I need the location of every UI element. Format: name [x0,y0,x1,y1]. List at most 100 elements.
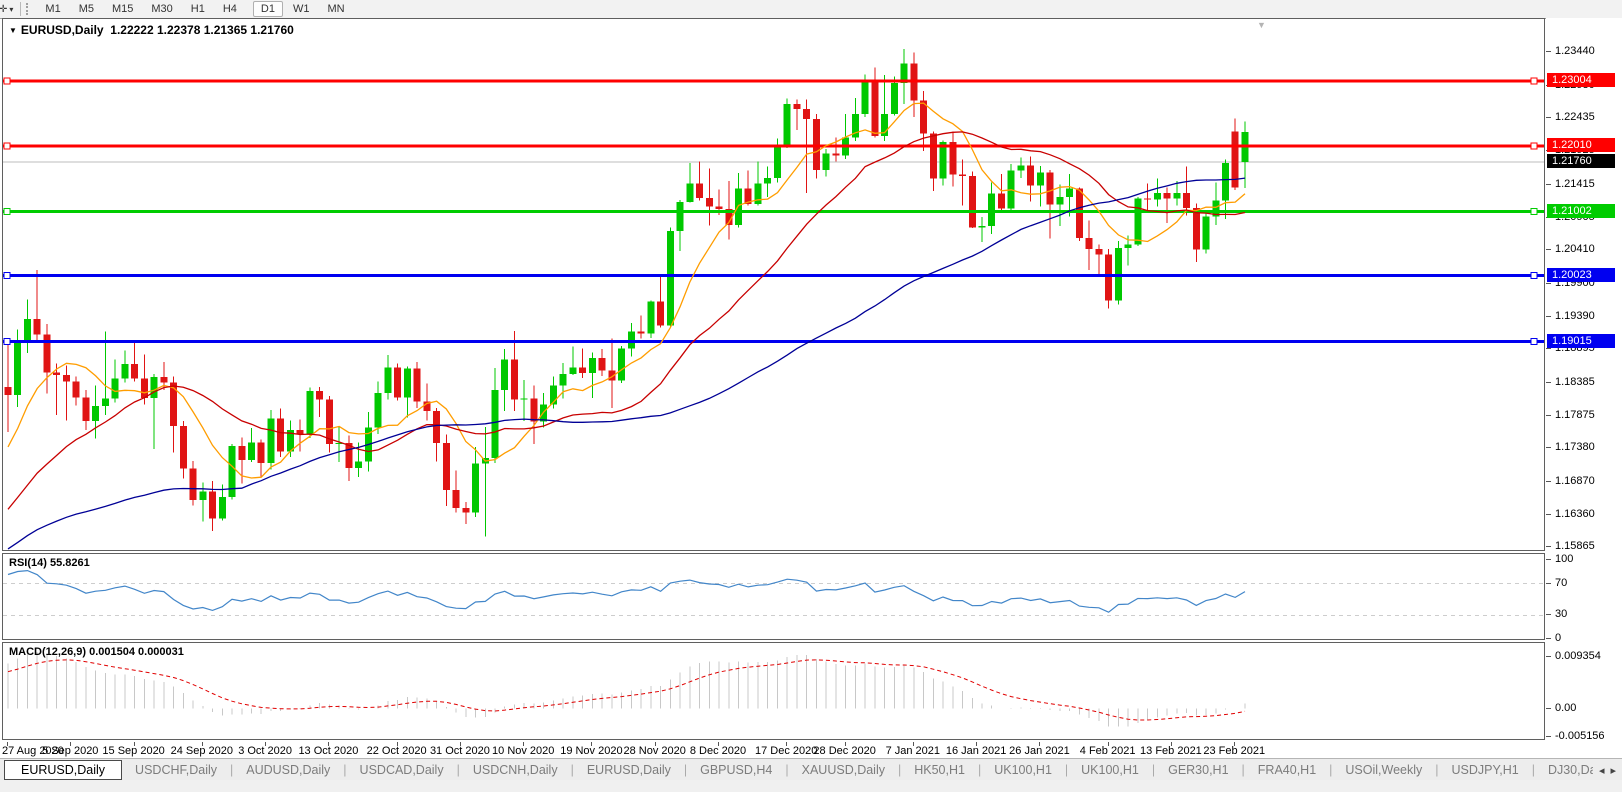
time-axis[interactable]: 27 Aug 20205 Sep 202015 Sep 202024 Sep 2… [0,742,1622,758]
timeframe-button-d1[interactable]: D1 [253,1,283,17]
symbol-dropdown-icon[interactable]: ▼ [9,26,17,35]
chart-tab-usdchf-daily[interactable]: USDCHF,Daily [122,761,230,779]
chart-tab-usdcnh-daily[interactable]: USDCNH,Daily [460,761,571,779]
rsi-axis-label: 100 [1555,553,1573,565]
date-label: 13 Oct 2020 [298,745,358,757]
chart-tab-eurusd-daily[interactable]: EURUSD,Daily [574,761,684,779]
chart-shift-marker-icon[interactable]: ▼ [1257,20,1266,30]
price-axis-tick [1546,514,1551,515]
timeframe-buttons: M1M5M15M30H1H4 D1W1MN [36,3,359,15]
crosshair-tool-icon[interactable]: ✛ [0,4,8,15]
price-axis-label: 1.16360 [1555,508,1595,520]
chart-tab-gbpusd-h4[interactable]: GBPUSD,H4 [687,761,785,779]
dropdown-arrow-icon[interactable]: ▾ [8,5,17,14]
price-axis-tick [1546,117,1551,118]
price-axis-tick [1546,415,1551,416]
chart-tab-xauusd-daily[interactable]: XAUUSD,Daily [789,761,898,779]
date-label: 16 Jan 2021 [946,745,1007,757]
toolbar-separator [20,2,21,16]
price-axis-label: 1.19390 [1555,310,1595,322]
chart-tab-bar: EURUSD,DailyUSDCHF,Daily|AUDUSD,Daily|US… [0,758,1622,781]
price-axis-tick [1546,249,1551,250]
date-label: 22 Oct 2020 [367,745,427,757]
macd-axis-label: 0.00 [1555,702,1576,714]
timeframe-button-m15[interactable]: M15 [104,1,141,17]
rsi-pane[interactable]: RSI(14) 55.8261 [2,553,1545,640]
timeframe-toolbar: ✛ ▾ M1M5M15M30H1H4 D1W1MN [0,0,1622,19]
chart-tab-uk100-h1[interactable]: UK100,H1 [981,761,1065,779]
price-axis-label: 1.16870 [1555,475,1595,487]
macd-plot[interactable] [3,643,1544,739]
timeframe-button-mn[interactable]: MN [319,1,352,17]
price-level-label: 1.22010 [1547,138,1615,152]
tabs-scroll-left-icon[interactable]: ◂ [1599,764,1605,777]
chart-tab-ger30-h1[interactable]: GER30,H1 [1155,761,1241,779]
rsi-axis-label: 70 [1555,577,1567,589]
rsi-axis-tick [1546,559,1551,560]
price-axis-tick [1546,316,1551,317]
chart-tab-audusd-daily[interactable]: AUDUSD,Daily [233,761,343,779]
timeframe-button-m30[interactable]: M30 [143,1,180,17]
price-axis-label: 1.17875 [1555,409,1595,421]
chart-tab-usdcad-daily[interactable]: USDCAD,Daily [347,761,457,779]
rsi-axis-tick [1546,583,1551,584]
price-axis-label: 1.15865 [1555,540,1595,552]
chart-ohlc-values: 1.22222 1.22378 1.21365 1.21760 [110,23,294,37]
chart-tab-eurusd-daily[interactable]: EURUSD,Daily [4,760,122,780]
chart-symbol-period: EURUSD,Daily [21,23,104,37]
timeframe-button-m1[interactable]: M1 [37,1,68,17]
chart-tab-usoil-weekly[interactable]: USOil,Weekly [1332,761,1435,779]
date-label: 19 Nov 2020 [560,745,622,757]
price-axis-tick [1546,51,1551,52]
date-label: 15 Sep 2020 [102,745,164,757]
chart-title: ▼ EURUSD,Daily 1.22222 1.22378 1.21365 1.… [9,23,294,37]
date-label: 31 Oct 2020 [430,745,490,757]
price-axis-tick [1546,184,1551,185]
rsi-axis-tick [1546,614,1551,615]
date-label: 26 Jan 2021 [1009,745,1070,757]
mt4-chart-window: ✛ ▾ M1M5M15M30H1H4 D1W1MN ▼ EURUSD,Daily 1… [0,0,1622,792]
main-chart-pane[interactable]: ▼ EURUSD,Daily 1.22222 1.22378 1.21365 1.… [2,18,1545,551]
rsi-plot[interactable] [3,554,1544,639]
price-level-label: 1.21002 [1547,204,1615,218]
timeframe-button-h1[interactable]: H1 [183,1,213,17]
candlestick-plot[interactable] [3,19,1544,550]
price-axis-tick [1546,447,1551,448]
price-axis-tick [1546,382,1551,383]
price-axis-label: 1.18385 [1555,376,1595,388]
price-axis-tick [1546,481,1551,482]
date-label: 4 Feb 2021 [1080,745,1136,757]
macd-axis-tick [1546,708,1551,709]
date-label: 5 Sep 2020 [42,745,98,757]
price-axis-tick [1546,546,1551,547]
date-label: 24 Sep 2020 [171,745,233,757]
price-axis-label: 1.23440 [1555,45,1595,57]
price-axis-label: 1.20410 [1555,243,1595,255]
price-axis-label: 1.17380 [1555,441,1595,453]
timeframe-button-w1[interactable]: W1 [285,1,318,17]
price-axis[interactable]: 1.234401.229301.224351.219251.214151.209… [1546,18,1622,742]
rsi-axis-label: 0 [1555,632,1561,644]
price-axis-tick [1546,283,1551,284]
chart-tab-hk50-h1[interactable]: HK50,H1 [901,761,978,779]
macd-axis-label: -0.005156 [1555,730,1605,742]
chart-tab-usdjpy-h1[interactable]: USDJPY,H1 [1439,761,1532,779]
price-level-label: 1.23004 [1547,73,1615,87]
chart-tab-dj30-daily[interactable]: DJ30,Daily [1535,761,1593,779]
timeframe-button-h4[interactable]: H4 [215,1,245,17]
tab-scroll-arrows: ◂ ▸ [1593,759,1622,781]
price-axis-tick [1546,348,1551,349]
macd-pane[interactable]: MACD(12,26,9) 0.001504 0.000031 [2,642,1545,740]
date-label: 13 Feb 2021 [1140,745,1202,757]
date-label: 8 Dec 2020 [690,745,746,757]
toolbar-grip[interactable] [26,3,32,15]
chart-tabs: EURUSD,DailyUSDCHF,Daily|AUDUSD,Daily|US… [0,759,1593,781]
chart-tab-fra40-h1[interactable]: FRA40,H1 [1245,761,1329,779]
macd-axis-tick [1546,736,1551,737]
tabs-scroll-right-icon[interactable]: ▸ [1610,764,1616,777]
date-label: 28 Nov 2020 [624,745,686,757]
date-label: 28 Dec 2020 [813,745,875,757]
timeframe-button-m5[interactable]: M5 [71,1,102,17]
chart-tab-uk100-h1[interactable]: UK100,H1 [1068,761,1152,779]
rsi-axis-label: 30 [1555,608,1567,620]
